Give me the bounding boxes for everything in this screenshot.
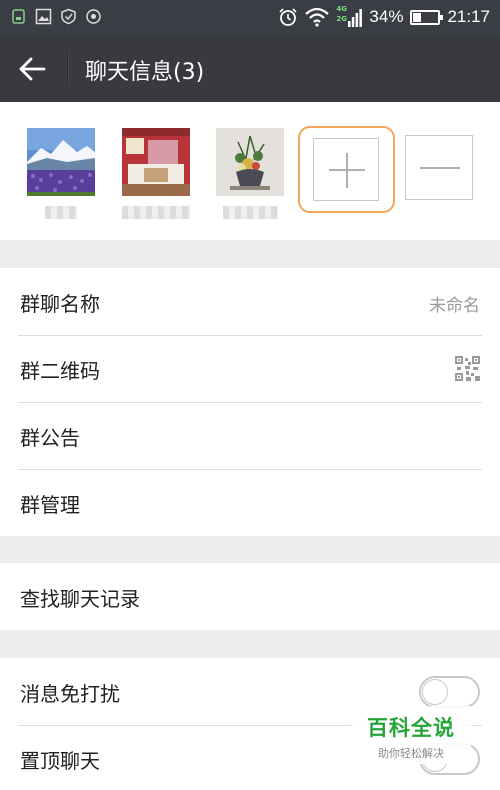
battery-icon (410, 9, 444, 25)
qrcode-icon (455, 356, 480, 381)
sim-icon (12, 9, 25, 24)
mute-toggle[interactable] (419, 676, 480, 708)
wifi-icon (305, 7, 330, 27)
add-member-button[interactable] (298, 126, 395, 213)
history-section: 查找聊天记录 (0, 563, 500, 630)
clock-time: 21:17 (447, 7, 490, 26)
title-bar: 聊天信息(3) (0, 36, 500, 102)
status-bar: 4G 2G 34% 21:17 (0, 0, 500, 36)
member-avatar[interactable] (27, 128, 95, 196)
alarm-icon (279, 8, 298, 26)
shield-icon (61, 8, 76, 25)
back-arrow-icon[interactable] (18, 55, 48, 83)
member-name-redacted (223, 206, 278, 219)
member-name-redacted (45, 206, 77, 219)
network-2g-label: 2G (336, 15, 348, 23)
member-avatar[interactable] (122, 128, 190, 196)
target-icon (86, 9, 101, 24)
network-4g-label: 4G (336, 5, 348, 13)
page-title: 聊天信息(3) (85, 60, 205, 85)
member-name-redacted (122, 206, 190, 219)
group-manage-row[interactable]: 群管理 (0, 469, 500, 536)
watermark-subtitle: 助你轻松解决 (378, 747, 444, 760)
member-grid (0, 102, 500, 240)
group-settings-section: 群聊名称 未命名 群二维码 群公告 群管理 (0, 268, 500, 536)
group-notice-row[interactable]: 群公告 (0, 402, 500, 469)
remove-member-button[interactable] (405, 135, 473, 200)
search-history-label: 查找聊天记录 (20, 587, 140, 611)
group-name-label: 群聊名称 (20, 292, 100, 316)
plus-icon (313, 138, 379, 201)
member-avatar[interactable] (216, 128, 284, 196)
search-history-row[interactable]: 查找聊天记录 (0, 563, 500, 630)
group-name-value: 未命名 (429, 296, 480, 316)
group-qrcode-label: 群二维码 (20, 359, 100, 383)
group-name-row[interactable]: 群聊名称 未命名 (0, 268, 500, 335)
group-qrcode-row[interactable]: 群二维码 (0, 335, 500, 402)
battery-percent: 34% (369, 7, 404, 26)
toggle-knob (422, 679, 448, 705)
pin-label: 置顶聊天 (20, 749, 100, 773)
group-manage-label: 群管理 (20, 493, 80, 517)
image-icon (35, 8, 52, 25)
mute-label: 消息免打扰 (20, 682, 120, 706)
watermark-logo: 百科全说 助你轻松解决 (351, 706, 471, 764)
group-notice-label: 群公告 (20, 426, 80, 450)
title-divider (67, 53, 68, 85)
signal-icon: 4G 2G (336, 5, 363, 29)
watermark-title: 百科全说 (367, 716, 455, 740)
